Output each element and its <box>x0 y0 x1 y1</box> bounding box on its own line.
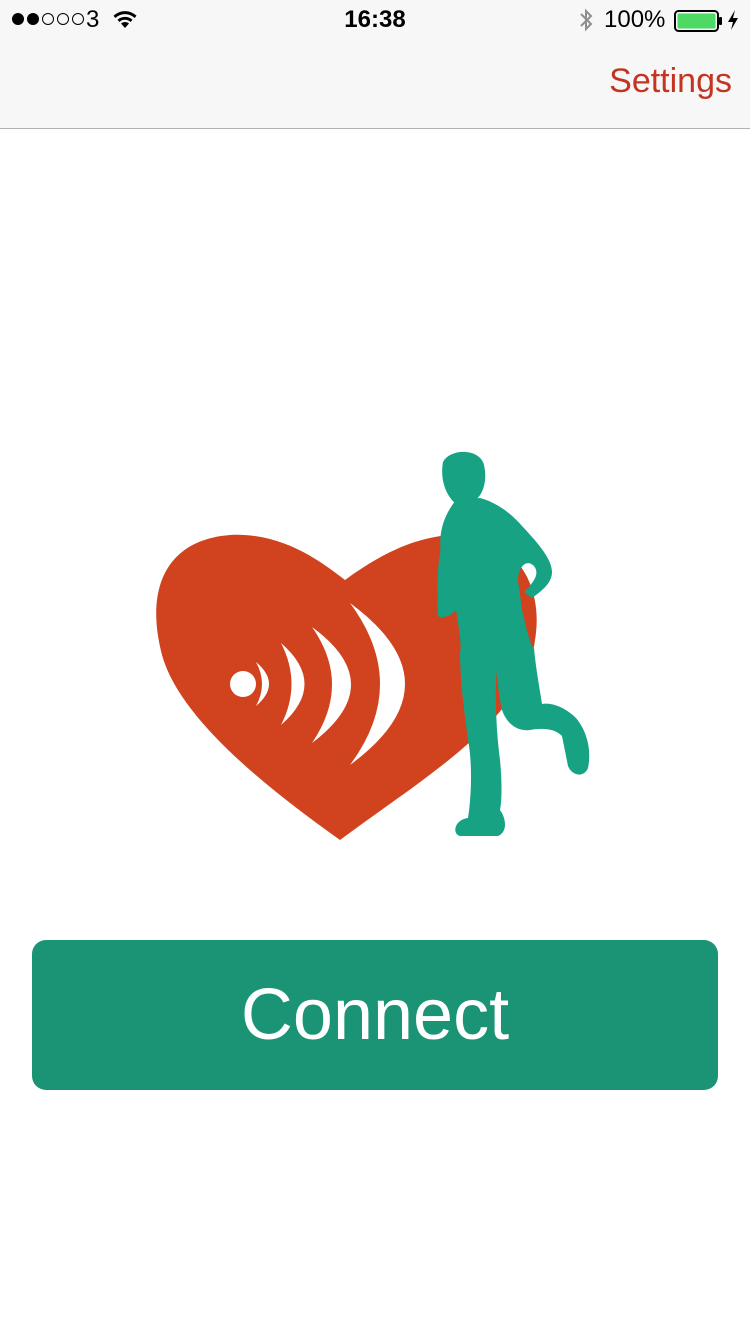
battery-percentage: 100% <box>604 6 666 33</box>
charging-icon <box>728 10 738 30</box>
bluetooth-icon <box>580 8 593 32</box>
battery-icon <box>674 10 722 32</box>
navigation-bar: Settings <box>0 40 750 129</box>
settings-button[interactable]: Settings <box>609 62 732 101</box>
screen: 3 16:38 100% Settings Connect <box>0 0 750 1334</box>
app-logo <box>156 451 590 840</box>
connect-button[interactable]: Connect <box>32 940 718 1090</box>
status-bar: 3 16:38 100% <box>0 0 750 40</box>
